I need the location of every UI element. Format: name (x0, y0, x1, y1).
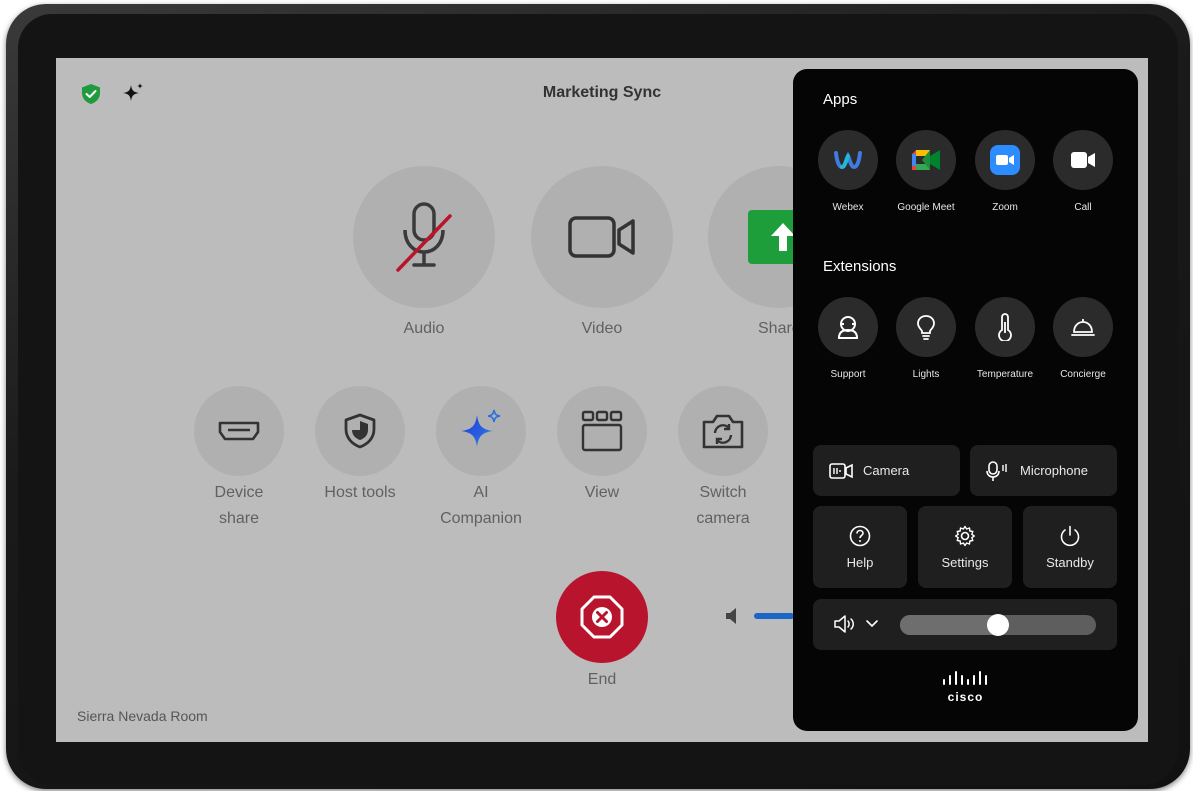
zoom-app-button[interactable] (975, 130, 1035, 190)
switch-camera-icon (702, 414, 744, 449)
volume-control (813, 599, 1117, 650)
google-meet-icon (912, 150, 940, 170)
lights-button[interactable] (896, 297, 956, 357)
concierge-label: Concierge (1060, 369, 1106, 380)
google-meet-label: Google Meet (897, 202, 955, 213)
cisco-bars-icon (942, 671, 987, 685)
support-icon (837, 316, 859, 339)
hdmi-icon (218, 421, 260, 441)
zoom-label: Zoom (992, 202, 1018, 213)
call-video-icon (1071, 152, 1095, 168)
temperature-label: Temperature (976, 369, 1034, 380)
camera-settings-button[interactable]: Camera (813, 445, 960, 496)
support-label: Support (830, 369, 866, 380)
extensions-section-title: Extensions (823, 258, 897, 275)
microphone-icon (986, 460, 1007, 481)
gear-icon (955, 525, 975, 546)
call-app-button[interactable] (1053, 130, 1113, 190)
device-share-label: Device share (214, 484, 264, 527)
switch-camera-button[interactable] (678, 386, 768, 476)
video-button[interactable] (531, 166, 673, 308)
speaker-icon (726, 608, 736, 624)
speaker-volume-icon[interactable] (833, 614, 861, 634)
zoom-icon (990, 145, 1020, 175)
volume-slider-background[interactable] (754, 613, 794, 619)
sparkle-icon (461, 409, 501, 447)
audio-button[interactable] (353, 166, 495, 308)
help-button[interactable]: Help (813, 506, 907, 588)
settings-button[interactable]: Settings (918, 506, 1012, 588)
video-camera-icon (568, 216, 635, 258)
help-label: Help (846, 554, 874, 570)
lights-label: Lights (912, 369, 940, 380)
volume-slider-thumb[interactable] (987, 614, 1009, 636)
quick-settings-panel: Apps Webex Google Meet Zoom Call Extensi… (793, 69, 1138, 731)
view-button[interactable] (557, 386, 647, 476)
microphone-settings-button[interactable]: Microphone (970, 445, 1117, 496)
video-label: Video (581, 320, 623, 337)
host-tools-label: Host tools (324, 484, 396, 501)
bell-icon (1071, 319, 1095, 336)
device-share-button[interactable] (194, 386, 284, 476)
room-name: Sierra Nevada Room (77, 708, 208, 724)
camera-label: Camera (863, 463, 910, 478)
concierge-button[interactable] (1053, 297, 1113, 357)
help-icon (849, 525, 871, 546)
layout-grid-icon (581, 410, 623, 452)
touch-screen: Marketing Sync Audio Video Share Device … (56, 58, 1148, 742)
microphone-muted-icon (396, 202, 452, 272)
end-call-icon (580, 595, 624, 639)
webex-label: Webex (832, 202, 864, 213)
webex-app-button[interactable] (818, 130, 878, 190)
audio-label: Audio (403, 320, 445, 337)
end-call-label: End (587, 671, 617, 688)
camera-icon (829, 462, 853, 479)
power-icon (1060, 525, 1080, 546)
standby-button[interactable]: Standby (1023, 506, 1117, 588)
brand-label: cisco (947, 690, 984, 704)
thermometer-icon (998, 313, 1012, 341)
standby-label: Standby (1046, 554, 1094, 570)
host-tools-button[interactable] (315, 386, 405, 476)
volume-slider-fill (900, 615, 998, 635)
settings-label: Settings (941, 554, 989, 570)
webex-icon (834, 151, 862, 170)
view-label: View (584, 484, 620, 501)
volume-slider-track[interactable] (900, 614, 1096, 636)
call-label: Call (1074, 202, 1092, 213)
chevron-down-icon[interactable] (865, 619, 879, 629)
end-call-button[interactable] (556, 571, 648, 663)
support-button[interactable] (818, 297, 878, 357)
ai-companion-button[interactable] (436, 386, 526, 476)
microphone-label: Microphone (1020, 463, 1088, 478)
lightbulb-icon (917, 315, 935, 340)
temperature-button[interactable] (975, 297, 1035, 357)
shield-icon (344, 413, 376, 449)
apps-section-title: Apps (823, 91, 858, 108)
ai-companion-label: AI Companion (440, 484, 522, 527)
google-meet-app-button[interactable] (896, 130, 956, 190)
switch-camera-label: Switch camera (696, 484, 750, 527)
cisco-logo: cisco (793, 671, 1138, 704)
